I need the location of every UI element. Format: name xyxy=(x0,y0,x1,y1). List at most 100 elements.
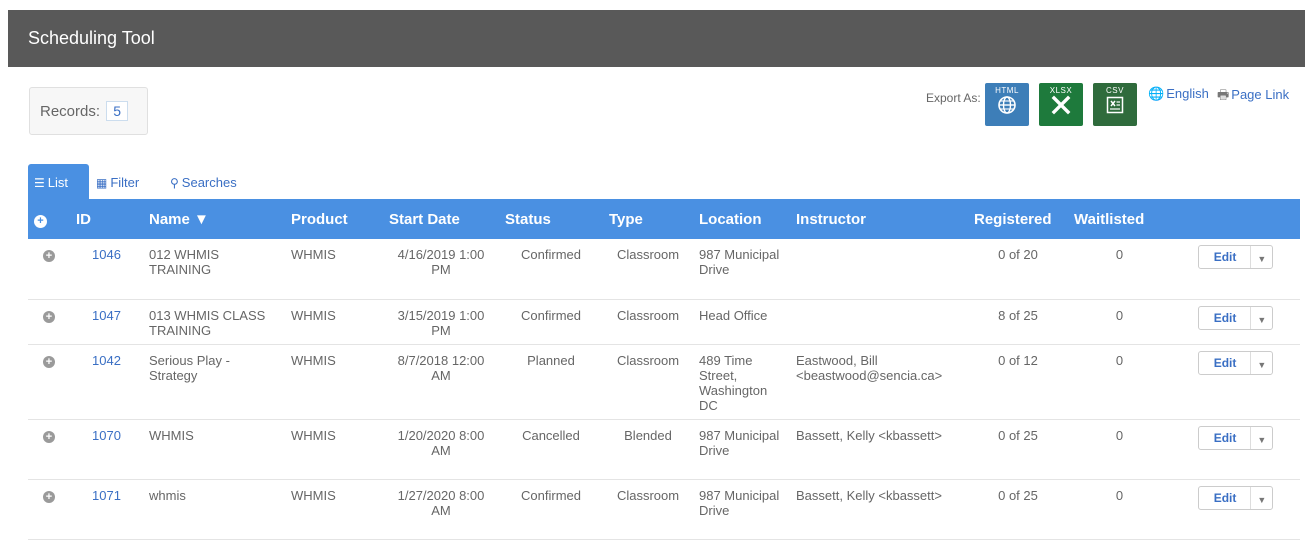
chevron-down-icon[interactable]: ▼ xyxy=(1251,487,1272,509)
app-title-bar: Scheduling Tool xyxy=(8,10,1305,67)
cell-id[interactable]: 1046 xyxy=(70,239,143,300)
cell-product: WHMIS xyxy=(285,239,383,300)
plus-circle-icon: + xyxy=(43,310,55,323)
plus-circle-icon: + xyxy=(43,250,55,262)
id-link[interactable]: 1042 xyxy=(92,353,121,368)
col-location[interactable]: Location xyxy=(693,199,790,239)
table-header-row: + ID Name ▼ Product Start Date Status Ty… xyxy=(28,199,1300,239)
id-link[interactable]: 1046 xyxy=(92,247,121,262)
cell-start-date: 1/27/2020 8:00 AM xyxy=(383,479,499,540)
cell-instructor: Eastwood, Bill <beastwood@sencia.ca> xyxy=(790,344,968,420)
search-icon: ⚲ xyxy=(170,176,179,190)
export-xlsx-button[interactable]: XLSX xyxy=(1039,83,1083,126)
export-html-button[interactable]: HTML xyxy=(985,83,1029,126)
col-waitlisted[interactable]: Waitlisted xyxy=(1068,199,1171,239)
cell-waitlisted: 0 xyxy=(1068,299,1171,345)
col-product[interactable]: Product xyxy=(285,199,383,239)
cell-id[interactable]: 1071 xyxy=(70,479,143,540)
tab-list-label: List xyxy=(47,175,68,190)
cell-status: Confirmed xyxy=(499,299,603,345)
row-expand[interactable]: + xyxy=(28,344,70,420)
language-link[interactable]: 🌐 English xyxy=(1148,86,1209,102)
cell-instructor: Bassett, Kelly <kbassett> xyxy=(790,419,968,480)
cell-start-date: 8/7/2018 12:00 AM xyxy=(383,344,499,420)
cell-status: Planned xyxy=(499,344,603,420)
chevron-down-icon[interactable]: ▼ xyxy=(1251,307,1272,329)
export-csv-button[interactable]: CSV xyxy=(1093,83,1137,126)
cell-start-date: 4/16/2019 1:00 PM xyxy=(383,239,499,300)
tab-searches-label: Searches xyxy=(181,175,237,190)
id-link[interactable]: 1047 xyxy=(92,308,121,323)
edit-button[interactable]: Edit xyxy=(1199,426,1252,449)
cell-waitlisted: 0 xyxy=(1068,344,1171,420)
edit-button-group: Edit ▼ xyxy=(1197,425,1274,450)
chevron-down-icon[interactable]: ▼ xyxy=(1251,246,1272,268)
edit-button[interactable]: Edit xyxy=(1199,306,1252,329)
edit-button[interactable]: Edit xyxy=(1199,246,1252,268)
edit-button-group: Edit ▼ xyxy=(1197,350,1274,375)
filter-icon: ▦ xyxy=(96,176,108,190)
row-expand[interactable]: + xyxy=(28,239,70,300)
cell-status: Cancelled xyxy=(499,419,603,480)
cell-id[interactable]: 1042 xyxy=(70,344,143,420)
edit-button[interactable]: Edit xyxy=(1199,486,1252,509)
col-start-date[interactable]: Start Date xyxy=(383,199,499,239)
cell-product: WHMIS xyxy=(285,419,383,480)
table-row: + 1071 whmis WHMIS 1/27/2020 8:00 AM Con… xyxy=(28,479,1300,540)
chevron-down-icon[interactable]: ▼ xyxy=(1251,427,1272,449)
cell-id[interactable]: 1047 xyxy=(70,299,143,345)
col-actions xyxy=(1171,199,1300,239)
id-link[interactable]: 1071 xyxy=(92,488,121,503)
col-instructor[interactable]: Instructor xyxy=(790,199,968,239)
cell-location: 987 Municipal Drive xyxy=(693,239,790,300)
col-type[interactable]: Type xyxy=(603,199,693,239)
cell-type: Classroom xyxy=(603,344,693,420)
table-row: + 1042 Serious Play - Strategy WHMIS 8/7… xyxy=(28,344,1300,420)
cell-actions: Edit ▼ xyxy=(1171,344,1300,420)
row-expand[interactable]: + xyxy=(28,479,70,540)
export-label: Export As: xyxy=(926,91,981,105)
cell-actions: Edit ▼ xyxy=(1171,299,1300,345)
cell-type: Blended xyxy=(603,419,693,480)
cell-registered: 0 of 12 xyxy=(968,344,1068,420)
cell-name: Serious Play - Strategy xyxy=(143,344,285,420)
cell-product: WHMIS xyxy=(285,344,383,420)
top-margin xyxy=(0,0,1305,10)
expand-all-header[interactable]: + xyxy=(28,199,70,239)
list-icon: ☰ xyxy=(34,176,45,190)
row-expand[interactable]: + xyxy=(28,299,70,345)
cell-location: 987 Municipal Drive xyxy=(693,419,790,480)
page-link[interactable]: 🖶 Page Link xyxy=(1217,86,1289,108)
row-expand[interactable]: + xyxy=(28,419,70,480)
app-title: Scheduling Tool xyxy=(28,28,155,48)
records-counter: Records: 5 xyxy=(29,87,148,135)
col-id[interactable]: ID xyxy=(70,199,143,239)
plus-circle-icon: + xyxy=(43,430,55,443)
edit-button-group: Edit ▼ xyxy=(1197,485,1274,510)
records-count: 5 xyxy=(106,101,128,121)
cell-actions: Edit ▼ xyxy=(1171,479,1300,540)
export-xlsx-tag: XLSX xyxy=(1049,86,1073,95)
cell-name: 013 WHMIS CLASS TRAINING xyxy=(143,299,285,345)
edit-button[interactable]: Edit xyxy=(1199,351,1252,374)
table-row: + 1046 012 WHMIS TRAINING WHMIS 4/16/201… xyxy=(28,239,1300,300)
cell-status: Confirmed xyxy=(499,479,603,540)
cell-name: whmis xyxy=(143,479,285,540)
col-name[interactable]: Name ▼ xyxy=(143,199,285,239)
cell-location: 489 Time Street, Washington DC xyxy=(693,344,790,420)
tab-filter[interactable]: ▦ Filter xyxy=(96,164,139,199)
cell-location: Head Office xyxy=(693,299,790,345)
col-status[interactable]: Status xyxy=(499,199,603,239)
tab-searches[interactable]: ⚲ Searches xyxy=(170,164,237,199)
csv-icon xyxy=(1093,95,1137,121)
cell-location: 987 Municipal Drive xyxy=(693,479,790,540)
export-csv-tag: CSV xyxy=(1106,86,1124,95)
cell-start-date: 1/20/2020 8:00 AM xyxy=(383,419,499,480)
id-link[interactable]: 1070 xyxy=(92,428,121,443)
tab-list[interactable]: ☰ List xyxy=(28,164,89,199)
cell-type: Classroom xyxy=(603,239,693,300)
edit-button-group: Edit ▼ xyxy=(1197,305,1274,330)
col-registered[interactable]: Registered xyxy=(968,199,1068,239)
chevron-down-icon[interactable]: ▼ xyxy=(1251,352,1272,374)
cell-id[interactable]: 1070 xyxy=(70,419,143,480)
